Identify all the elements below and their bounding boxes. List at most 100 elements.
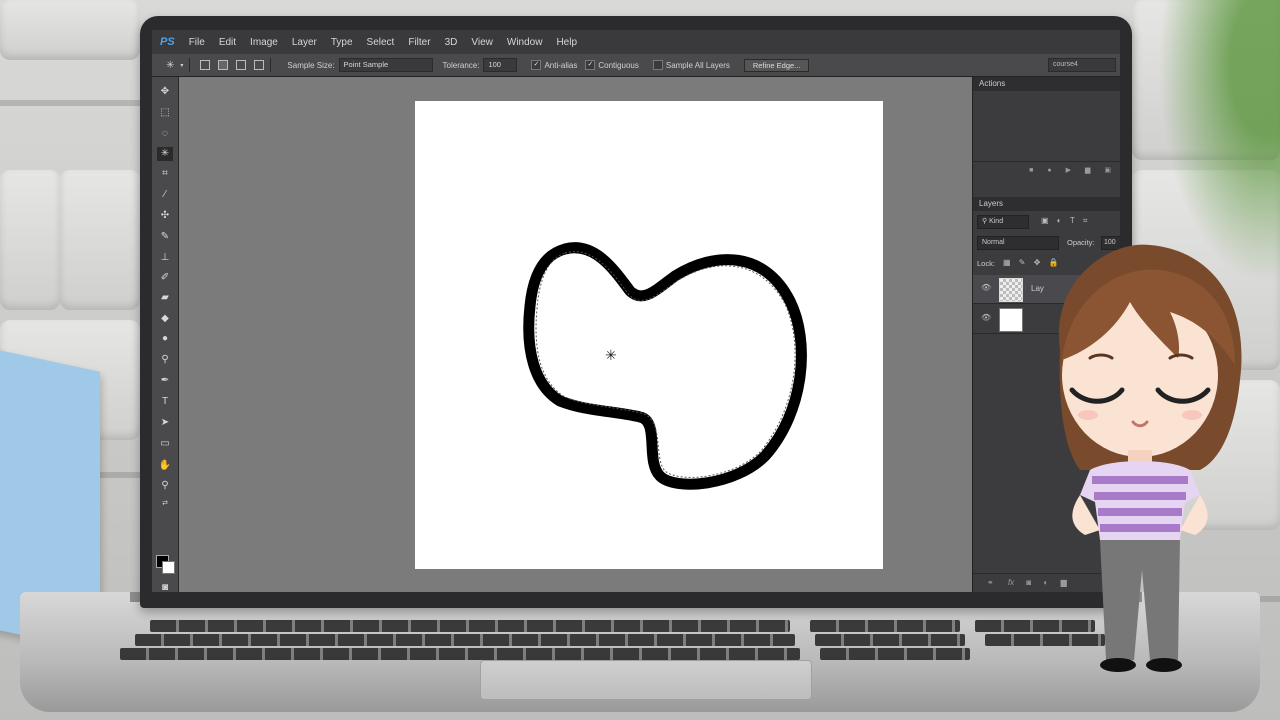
swap-colors-icon[interactable]: ⇄ (157, 497, 173, 511)
magic-wand-cursor-icon: ✳ (605, 347, 617, 363)
menu-bar: PS File Edit Image Layer Type Select Fil… (152, 30, 1120, 54)
magic-wand-tool-icon[interactable]: ✳ (157, 147, 173, 161)
eraser-tool-icon[interactable]: ▰ (157, 291, 173, 305)
menu-3d[interactable]: 3D (445, 37, 458, 48)
lock-paint-icon[interactable]: ✎ (1019, 258, 1026, 267)
divider (189, 58, 191, 72)
canvas-area: ✳ (179, 77, 972, 592)
options-bar: ✳ ▾ Sample Size: Point Sample Tolerance:… (152, 54, 1120, 77)
type-tool-icon[interactable]: T (157, 395, 173, 409)
menu-view[interactable]: View (471, 37, 493, 48)
chevron-down-icon[interactable]: ▾ (180, 62, 183, 69)
layer-thumbnail (999, 308, 1023, 332)
contiguous-checkbox[interactable]: ✓ (585, 60, 596, 70)
sample-size-select[interactable]: Point Sample (338, 58, 433, 72)
subtract-from-selection-icon[interactable] (236, 60, 247, 70)
lock-transparent-icon[interactable]: ▦ (1003, 258, 1011, 267)
document-canvas[interactable]: ✳ (415, 101, 883, 569)
record-icon[interactable]: ● (1047, 167, 1051, 174)
lock-label: Lock: (977, 259, 995, 268)
menu-filter[interactable]: Filter (408, 37, 430, 48)
wall-brick (0, 170, 60, 310)
adjustment-filter-icon[interactable]: ◐ (1057, 216, 1062, 225)
tolerance-label: Tolerance: (442, 60, 480, 70)
blur-tool-icon[interactable]: ● (157, 332, 173, 346)
sample-all-layers-label: Sample All Layers (665, 60, 730, 70)
menu-window[interactable]: Window (507, 37, 543, 48)
clone-stamp-tool-icon[interactable]: ⊥ (157, 251, 173, 265)
actions-panel-footer: ■ ● ▶ ▆ ▣ (973, 161, 1120, 178)
type-filter-icon[interactable]: T (1070, 216, 1075, 225)
shape-filter-icon[interactable]: ⌗ (1083, 216, 1088, 225)
layers-panel-title: Layers (979, 199, 1004, 208)
history-brush-tool-icon[interactable]: ✐ (157, 271, 173, 285)
brush-tool-icon[interactable]: ✎ (157, 230, 173, 244)
anti-alias-checkbox[interactable]: ✓ (531, 60, 542, 70)
pixel-filter-icon[interactable]: ▣ (1041, 216, 1049, 225)
menu-help[interactable]: Help (556, 37, 577, 48)
eye-icon[interactable]: 👁 (981, 314, 991, 322)
rectangle-tool-icon[interactable]: ▭ (157, 437, 173, 451)
keyboard-row (820, 648, 970, 660)
sample-size-label: Sample Size: (287, 60, 335, 70)
layer-thumbnail (999, 278, 1023, 302)
marquee-tool-icon[interactable]: ⬚ (157, 106, 173, 120)
actions-panel-header[interactable]: Actions (973, 77, 1120, 91)
paint-bucket-tool-icon[interactable]: ◆ (157, 312, 173, 326)
sample-all-layers-checkbox[interactable] (652, 60, 663, 70)
tolerance-input[interactable]: 100 (483, 58, 518, 72)
magic-wand-icon[interactable]: ✳ (166, 60, 174, 71)
eyedropper-tool-icon[interactable]: ⁄ (157, 188, 173, 202)
divider (270, 58, 272, 72)
fx-icon[interactable]: fx (1008, 578, 1014, 587)
keyboard-row (120, 648, 800, 660)
lasso-tool-icon[interactable]: ◌ (157, 127, 173, 141)
path-selection-tool-icon[interactable]: ➤ (157, 416, 173, 430)
menu-layer[interactable]: Layer (292, 37, 317, 48)
menu-image[interactable]: Image (250, 37, 278, 48)
drawn-shape (523, 242, 807, 490)
app-logo: PS (160, 36, 175, 48)
keyboard-row (135, 634, 795, 646)
add-to-selection-icon[interactable] (218, 60, 229, 70)
contiguous-label: Contiguous (598, 60, 639, 70)
dodge-tool-icon[interactable]: ⚲ (157, 353, 173, 367)
filter-icons: ▣ ◐ T ⌗ (1041, 216, 1087, 226)
wall-brick (0, 0, 140, 60)
eye-icon[interactable]: 👁 (981, 284, 991, 292)
workspace-select[interactable]: course4 (1048, 58, 1116, 72)
stop-icon[interactable]: ■ (1029, 167, 1033, 174)
new-action-icon[interactable]: ▣ (1104, 166, 1111, 174)
laptop-screen: PS File Edit Image Layer Type Select Fil… (152, 30, 1120, 592)
keyboard-row (810, 620, 960, 632)
intersect-selection-icon[interactable] (254, 60, 265, 70)
trackpad (480, 660, 812, 700)
link-layers-icon[interactable]: ⚭ (987, 578, 994, 587)
quick-mask-icon[interactable]: ◙ (157, 581, 173, 592)
menu-type[interactable]: Type (331, 37, 353, 48)
keyboard-row (150, 620, 790, 632)
anti-alias-label: Anti-alias (544, 60, 578, 70)
kind-filter-label: Kind (989, 218, 1004, 225)
actions-panel-title: Actions (979, 79, 1006, 88)
play-icon[interactable]: ▶ (1066, 166, 1071, 174)
new-set-icon[interactable]: ▆ (1085, 166, 1090, 174)
zoom-tool-icon[interactable]: ⚲ (157, 479, 173, 493)
new-selection-icon[interactable] (200, 60, 211, 70)
refine-edge-button[interactable]: Refine Edge... (743, 58, 810, 72)
hand-tool-icon[interactable]: ✋ (157, 459, 173, 473)
keyboard-row (815, 634, 965, 646)
healing-brush-tool-icon[interactable]: ✣ (157, 209, 173, 223)
background-color-swatch[interactable] (162, 561, 175, 574)
menu-file[interactable]: File (189, 37, 205, 48)
pen-tool-icon[interactable]: ✒ (157, 374, 173, 388)
menu-select[interactable]: Select (367, 37, 395, 48)
tools-panel: ✥ ⬚ ◌ ✳ ⌗ ⁄ ✣ ✎ ⊥ ✐ ▰ ◆ ● ⚲ ✒ T ➤ ▭ ✋ ⚲ … (152, 77, 179, 592)
layers-panel-header[interactable]: Layers (973, 197, 1120, 211)
kind-filter-select[interactable]: ⚲ Kind (977, 215, 1029, 229)
crop-tool-icon[interactable]: ⌗ (157, 167, 173, 181)
move-tool-icon[interactable]: ✥ (157, 85, 173, 99)
wall-brick (60, 170, 140, 310)
cartoon-character (1058, 244, 1242, 672)
menu-edit[interactable]: Edit (219, 37, 236, 48)
